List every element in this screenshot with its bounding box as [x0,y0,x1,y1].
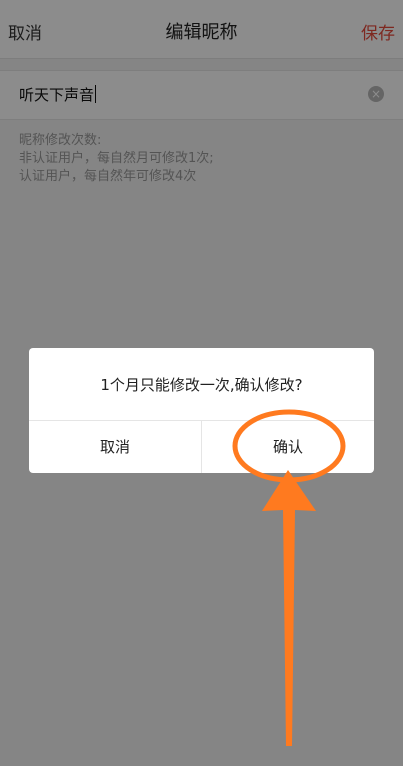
dialog-cancel-button[interactable]: 取消 [29,421,202,473]
confirm-dialog: 1个月只能修改一次,确认修改? 取消 确认 [29,348,374,473]
dialog-confirm-button[interactable]: 确认 [202,421,374,473]
dialog-message: 1个月只能修改一次,确认修改? [100,376,303,394]
dialog-buttons: 取消 确认 [29,420,374,473]
